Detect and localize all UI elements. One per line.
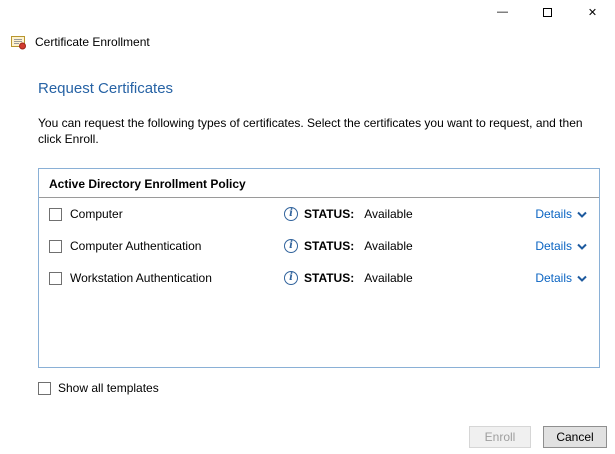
certificate-row-workstation-authentication: Workstation Authentication i STATUS: Ava… bbox=[39, 262, 599, 294]
info-icon: i bbox=[284, 207, 298, 221]
certificate-label: Computer Authentication bbox=[70, 239, 201, 253]
details-link-computer-authentication[interactable]: Details bbox=[535, 239, 587, 253]
certificate-row-computer-authentication: Computer Authentication i STATUS: Availa… bbox=[39, 230, 599, 262]
page-title: Request Certificates bbox=[38, 80, 173, 97]
status-label: STATUS: bbox=[304, 239, 354, 253]
show-all-templates-label: Show all templates bbox=[58, 381, 159, 395]
page-description-line2: click Enroll. bbox=[38, 131, 583, 147]
close-icon: ✕ bbox=[588, 6, 597, 19]
details-label: Details bbox=[535, 207, 572, 221]
window-title: Certificate Enrollment bbox=[35, 35, 150, 49]
chevron-down-icon bbox=[577, 275, 587, 282]
computer-authentication-checkbox[interactable] bbox=[49, 240, 62, 253]
computer-checkbox[interactable] bbox=[49, 208, 62, 221]
status-value: Available bbox=[364, 239, 412, 253]
app-header: Certificate Enrollment bbox=[10, 34, 150, 50]
page-description: You can request the following types of c… bbox=[38, 115, 583, 147]
status-cell: i STATUS: Available bbox=[284, 271, 535, 285]
status-label: STATUS: bbox=[304, 207, 354, 221]
maximize-button[interactable] bbox=[525, 0, 570, 24]
maximize-icon bbox=[543, 8, 552, 17]
details-link-computer[interactable]: Details bbox=[535, 207, 587, 221]
status-cell: i STATUS: Available bbox=[284, 207, 535, 221]
info-icon: i bbox=[284, 239, 298, 253]
policy-panel-header: Active Directory Enrollment Policy bbox=[39, 169, 599, 198]
certificate-label: Computer bbox=[70, 207, 123, 221]
window-controls: — ✕ bbox=[480, 0, 615, 24]
page-description-line1: You can request the following types of c… bbox=[38, 115, 583, 131]
cancel-button[interactable]: Cancel bbox=[543, 426, 607, 448]
certificate-label: Workstation Authentication bbox=[70, 271, 212, 285]
close-button[interactable]: ✕ bbox=[570, 0, 615, 24]
show-all-templates-checkbox[interactable] bbox=[38, 382, 51, 395]
status-value: Available bbox=[364, 271, 412, 285]
details-label: Details bbox=[535, 239, 572, 253]
workstation-authentication-checkbox[interactable] bbox=[49, 272, 62, 285]
certificate-enrollment-icon bbox=[10, 34, 27, 50]
certificate-row-computer: Computer i STATUS: Available Details bbox=[39, 198, 599, 230]
show-all-templates: Show all templates bbox=[38, 381, 159, 395]
info-icon: i bbox=[284, 271, 298, 285]
status-value: Available bbox=[364, 207, 412, 221]
details-link-workstation-authentication[interactable]: Details bbox=[535, 271, 587, 285]
status-cell: i STATUS: Available bbox=[284, 239, 535, 253]
chevron-down-icon bbox=[577, 243, 587, 250]
details-label: Details bbox=[535, 271, 572, 285]
enroll-button[interactable]: Enroll bbox=[469, 426, 531, 448]
minimize-icon: — bbox=[497, 6, 508, 18]
enrollment-policy-panel: Active Directory Enrollment Policy Compu… bbox=[38, 168, 600, 368]
chevron-down-icon bbox=[577, 211, 587, 218]
status-label: STATUS: bbox=[304, 271, 354, 285]
minimize-button[interactable]: — bbox=[480, 0, 525, 24]
